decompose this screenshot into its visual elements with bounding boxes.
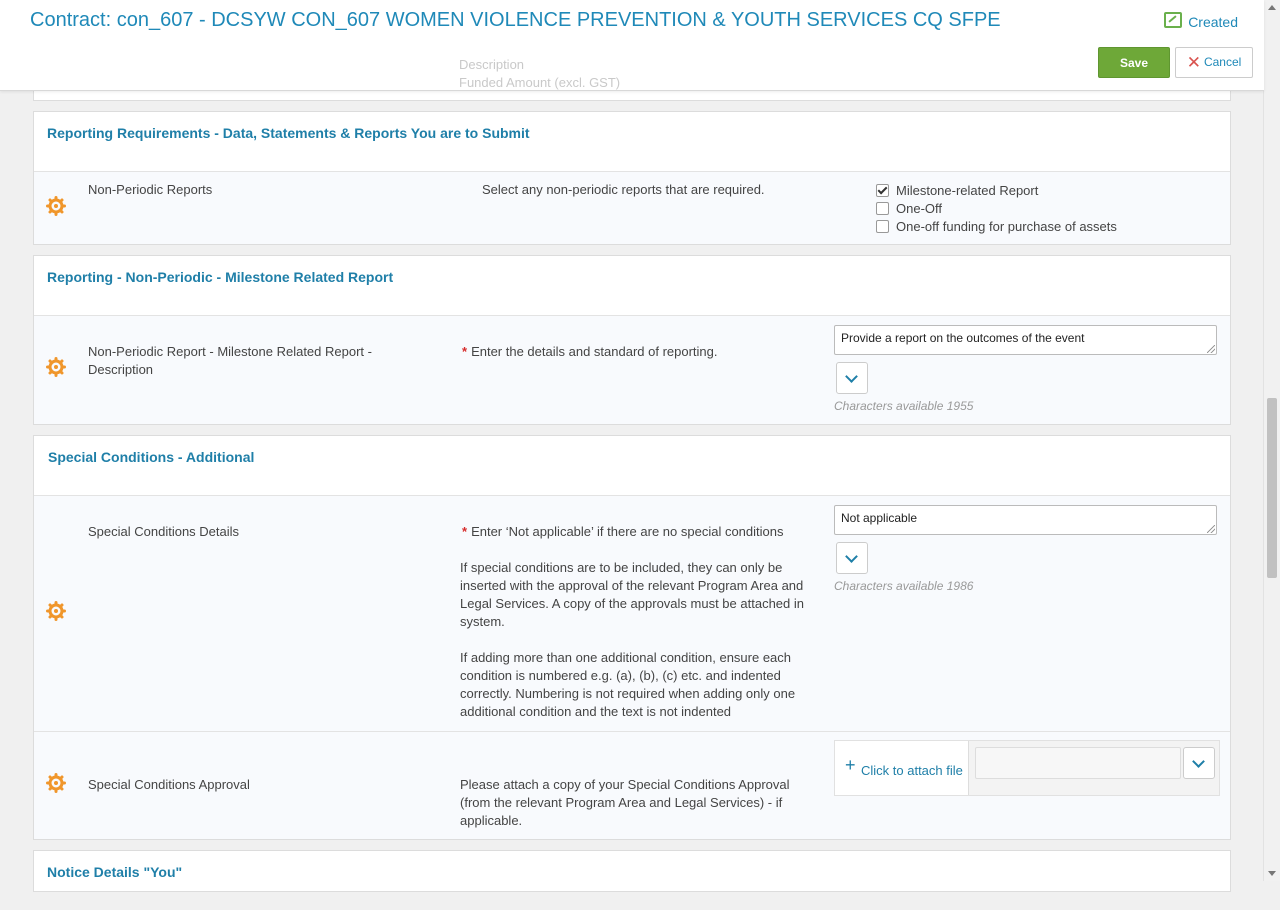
obscured-field-labels: Description Funded Amount (excl. GST): [459, 56, 620, 92]
notice-details-panel: Notice Details "You": [33, 850, 1231, 892]
help-text: Enter ‘Not applicable’ if there are no s…: [471, 524, 784, 539]
status-indicator: Created: [1164, 12, 1238, 30]
scroll-down-icon[interactable]: [1268, 871, 1276, 876]
field-label: Non-Periodic Reports: [88, 182, 213, 197]
checkbox-checked[interactable]: [876, 183, 889, 197]
help-text: Enter the details and standard of report…: [471, 344, 718, 359]
attach-file-label: Click to attach file: [861, 763, 963, 778]
field-help: Please attach a copy of your Special Con…: [460, 777, 790, 828]
help-line-required: * Enter ‘Not applicable’ if there are no …: [460, 523, 810, 541]
page-title: Contract: con_607 - DCSYW CON_607 WOMEN …: [30, 9, 1001, 31]
milestone-report-panel: Reporting - Non-Periodic - Milestone Rel…: [33, 255, 1231, 425]
cancel-label: Cancel: [1203, 54, 1242, 69]
required-asterisk: *: [462, 344, 468, 359]
gear-icon[interactable]: [46, 357, 66, 377]
option-label: Milestone-related Report: [896, 182, 1039, 198]
save-button[interactable]: Save: [1098, 47, 1170, 78]
attach-file-button[interactable]: + Click to attach file: [835, 741, 969, 795]
special-conditions-approval-row: Special Conditions Approval Please attac…: [34, 732, 1230, 839]
checkbox[interactable]: [876, 219, 889, 233]
non-periodic-reports-row: Non-Periodic Reports Select any non-peri…: [34, 172, 1230, 244]
milestone-description-row: Non-Periodic Report - Milestone Related …: [34, 316, 1230, 424]
option-milestone-related-report[interactable]: Milestone-related Report: [876, 181, 1117, 199]
milestone-description-textarea[interactable]: Provide a report on the outcomes of the …: [834, 325, 1217, 355]
status-label: Created: [1188, 14, 1238, 30]
characters-available: Characters available 1986: [834, 579, 974, 593]
field-help: * Enter ‘Not applicable’ if there are no …: [460, 523, 810, 721]
field-label: Special Conditions Approval: [88, 777, 250, 792]
gear-icon[interactable]: [46, 773, 66, 793]
chevron-down-icon[interactable]: [1183, 747, 1215, 779]
option-label: One-Off: [896, 200, 943, 216]
reporting-requirements-header: Reporting Requirements - Data, Statement…: [34, 112, 1230, 172]
field-help: Select any non-periodic reports that are…: [482, 182, 765, 197]
special-conditions-panel: Special Conditions - Additional Special …: [33, 435, 1231, 840]
help-paragraph: If special conditions are to be included…: [460, 560, 804, 629]
cancel-x-icon: ✕: [1186, 52, 1201, 72]
help-paragraph: If adding more than one additional condi…: [460, 650, 796, 719]
reporting-requirements-panel: Reporting Requirements - Data, Statement…: [33, 111, 1231, 245]
field-label: Special Conditions Details: [88, 524, 240, 539]
chevron-down-icon[interactable]: [836, 362, 868, 394]
checkbox[interactable]: [876, 201, 889, 215]
cancel-button[interactable]: ✕ Cancel: [1175, 47, 1253, 78]
field-label: Non-Periodic Report - Milestone Related …: [88, 344, 372, 377]
file-description-input[interactable]: [975, 747, 1181, 779]
characters-available: Characters available 1955: [834, 399, 974, 413]
milestone-report-header: Reporting - Non-Periodic - Milestone Rel…: [34, 256, 1230, 316]
scrollbar-thumb[interactable]: [1267, 398, 1277, 578]
gear-icon[interactable]: [46, 196, 66, 216]
special-conditions-header: Special Conditions - Additional: [34, 436, 1230, 496]
plus-icon: +: [845, 755, 856, 775]
option-one-off-assets[interactable]: One-off funding for purchase of assets: [876, 217, 1117, 235]
special-conditions-details-row: Special Conditions Details * Enter ‘Not a…: [34, 496, 1230, 732]
chevron-down-icon[interactable]: [836, 542, 868, 574]
section-heading: Notice Details "You": [47, 864, 183, 880]
vertical-scrollbar[interactable]: [1263, 0, 1280, 881]
file-attachment-widget: + Click to attach file: [834, 740, 1220, 796]
gear-icon[interactable]: [46, 601, 66, 621]
scroll-up-icon[interactable]: [1268, 5, 1276, 10]
option-one-off[interactable]: One-Off: [876, 199, 1117, 217]
special-conditions-textarea[interactable]: Not applicable: [834, 505, 1217, 535]
section-heading: Special Conditions - Additional: [48, 449, 255, 465]
section-heading: Reporting - Non-Periodic - Milestone Rel…: [47, 269, 394, 285]
required-asterisk: *: [462, 524, 468, 539]
option-label: One-off funding for purchase of assets: [896, 218, 1117, 234]
page-header: Contract: con_607 - DCSYW CON_607 WOMEN …: [0, 0, 1264, 91]
section-heading: Reporting Requirements - Data, Statement…: [47, 125, 530, 141]
ghost-funded-amount-label: Funded Amount (excl. GST): [459, 75, 621, 90]
ghost-description-label: Description: [459, 57, 525, 72]
report-type-options: Milestone-related Report One-Off One-off…: [876, 181, 1117, 235]
created-status-icon: [1164, 12, 1183, 28]
field-help: * Enter the details and standard of repor…: [460, 343, 810, 361]
